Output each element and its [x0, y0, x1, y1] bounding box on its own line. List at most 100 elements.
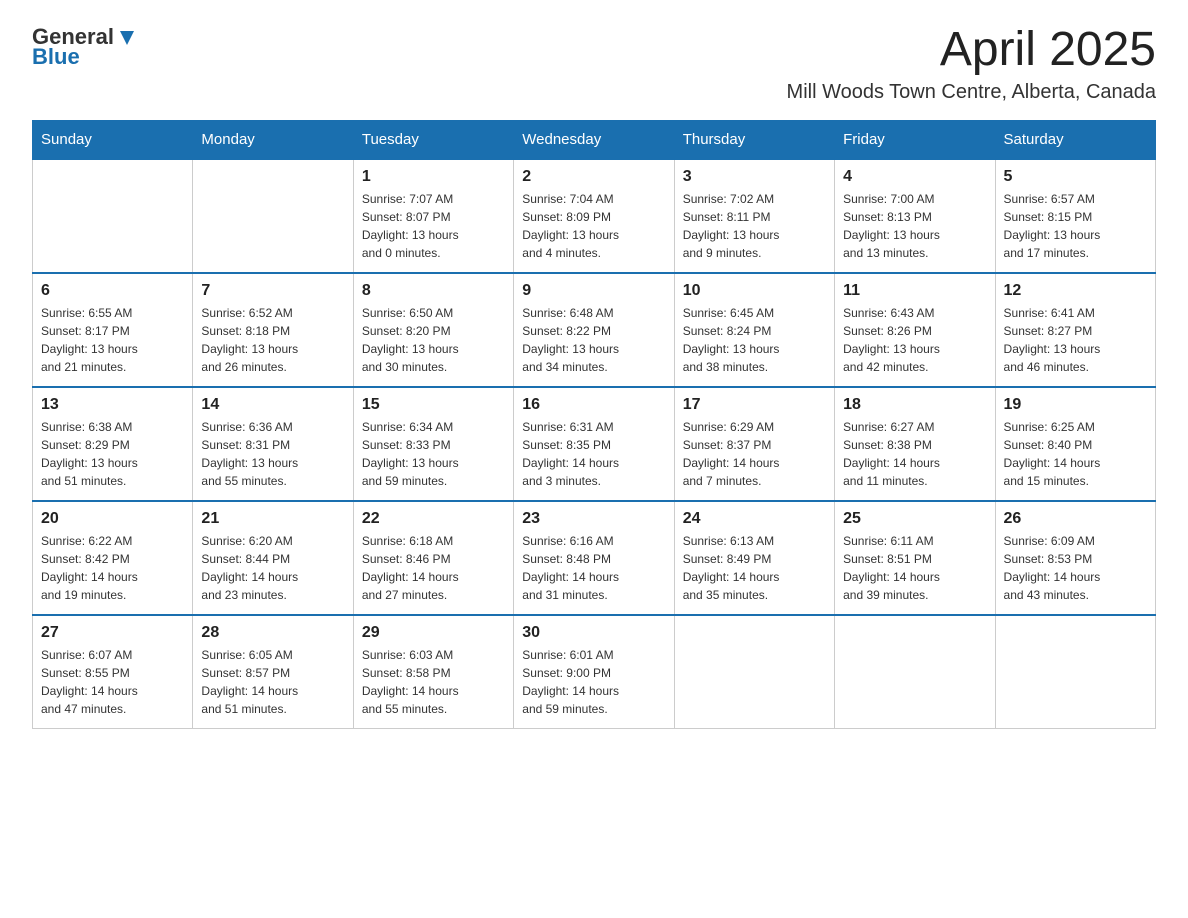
location-title: Mill Woods Town Centre, Alberta, Canada	[787, 81, 1156, 104]
day-number: 28	[201, 624, 344, 642]
calendar-cell: 6 Sunrise: 6:55 AM Sunset: 8:17 PM Daylig…	[33, 273, 193, 387]
day-number: 22	[362, 510, 505, 528]
day-info: Sunrise: 6:16 AM Sunset: 8:48 PM Dayligh…	[522, 532, 665, 604]
calendar-cell: 8Sunrise: 6:50 AM Sunset: 8:20 PM Daylig…	[353, 273, 513, 387]
day-info: Sunrise: 6:29 AM Sunset: 8:37 PM Dayligh…	[683, 418, 826, 490]
calendar-cell: 20 Sunrise: 6:22 AM Sunset: 8:42 PM Dayli…	[33, 501, 193, 615]
day-info: Sunrise: 6:22 AM Sunset: 8:42 PM Dayligh…	[41, 532, 184, 604]
day-number: 12	[1004, 282, 1147, 300]
calendar-cell: 5 Sunrise: 6:57 AM Sunset: 8:15 PM Daylig…	[995, 159, 1155, 273]
calendar-week-row: 20 Sunrise: 6:22 AM Sunset: 8:42 PM Dayli…	[33, 501, 1156, 615]
day-info: Sunrise: 6:25 AM Sunset: 8:40 PM Dayligh…	[1004, 418, 1147, 490]
day-number: 13	[41, 396, 184, 414]
calendar-cell: 11 Sunrise: 6:43 AM Sunset: 8:26 PM Dayli…	[835, 273, 995, 387]
day-number: 11	[843, 282, 986, 300]
day-number: 6	[41, 282, 184, 300]
weekday-header-wednesday: Wednesday	[514, 120, 674, 159]
day-number: 3	[683, 168, 826, 186]
calendar-cell	[33, 159, 193, 273]
logo-blue-text: Blue	[32, 44, 80, 70]
calendar-cell	[193, 159, 353, 273]
day-info: Sunrise: 6:45 AM Sunset: 8:24 PM Dayligh…	[683, 304, 826, 376]
day-number: 27	[41, 624, 184, 642]
calendar-cell: 1 Sunrise: 7:07 AM Sunset: 8:07 PM Daylig…	[353, 159, 513, 273]
calendar-cell: 4 Sunrise: 7:00 AM Sunset: 8:13 PM Daylig…	[835, 159, 995, 273]
calendar-cell: 21 Sunrise: 6:20 AM Sunset: 8:44 PM Dayli…	[193, 501, 353, 615]
calendar-cell: 12 Sunrise: 6:41 AM Sunset: 8:27 PM Dayli…	[995, 273, 1155, 387]
day-number: 10	[683, 282, 826, 300]
day-info: Sunrise: 6:07 AM Sunset: 8:55 PM Dayligh…	[41, 646, 184, 718]
calendar-cell: 16 Sunrise: 6:31 AM Sunset: 8:35 PM Dayli…	[514, 387, 674, 501]
calendar-cell: 10 Sunrise: 6:45 AM Sunset: 8:24 PM Dayli…	[674, 273, 834, 387]
day-info: Sunrise: 6:03 AM Sunset: 8:58 PM Dayligh…	[362, 646, 505, 718]
day-number: 19	[1004, 396, 1147, 414]
calendar-table: SundayMondayTuesdayWednesdayThursdayFrid…	[32, 120, 1156, 729]
day-info: Sunrise: 7:07 AM Sunset: 8:07 PM Dayligh…	[362, 190, 505, 262]
calendar-cell: 26 Sunrise: 6:09 AM Sunset: 8:53 PM Dayli…	[995, 501, 1155, 615]
day-number: 23	[522, 510, 665, 528]
day-info: Sunrise: 6:09 AM Sunset: 8:53 PM Dayligh…	[1004, 532, 1147, 604]
calendar-cell: 27 Sunrise: 6:07 AM Sunset: 8:55 PM Dayli…	[33, 615, 193, 729]
weekday-header-saturday: Saturday	[995, 120, 1155, 159]
calendar-cell: 3Sunrise: 7:02 AM Sunset: 8:11 PM Daylig…	[674, 159, 834, 273]
day-number: 7	[201, 282, 344, 300]
calendar-cell: 7 Sunrise: 6:52 AM Sunset: 8:18 PM Daylig…	[193, 273, 353, 387]
day-info: Sunrise: 6:31 AM Sunset: 8:35 PM Dayligh…	[522, 418, 665, 490]
calendar-week-row: 1 Sunrise: 7:07 AM Sunset: 8:07 PM Daylig…	[33, 159, 1156, 273]
day-number: 30	[522, 624, 665, 642]
day-number: 4	[843, 168, 986, 186]
calendar-cell	[674, 615, 834, 729]
day-info: Sunrise: 6:52 AM Sunset: 8:18 PM Dayligh…	[201, 304, 344, 376]
day-number: 24	[683, 510, 826, 528]
day-number: 2	[522, 168, 665, 186]
calendar-cell: 30 Sunrise: 6:01 AM Sunset: 9:00 PM Dayli…	[514, 615, 674, 729]
day-number: 16	[522, 396, 665, 414]
calendar-cell: 15Sunrise: 6:34 AM Sunset: 8:33 PM Dayli…	[353, 387, 513, 501]
day-number: 1	[362, 168, 505, 186]
weekday-header-friday: Friday	[835, 120, 995, 159]
weekday-header-thursday: Thursday	[674, 120, 834, 159]
calendar-cell: 17 Sunrise: 6:29 AM Sunset: 8:37 PM Dayli…	[674, 387, 834, 501]
calendar-cell: 2Sunrise: 7:04 AM Sunset: 8:09 PM Daylig…	[514, 159, 674, 273]
day-info: Sunrise: 6:01 AM Sunset: 9:00 PM Dayligh…	[522, 646, 665, 718]
calendar-cell: 14 Sunrise: 6:36 AM Sunset: 8:31 PM Dayli…	[193, 387, 353, 501]
day-info: Sunrise: 6:11 AM Sunset: 8:51 PM Dayligh…	[843, 532, 986, 604]
calendar-cell: 22 Sunrise: 6:18 AM Sunset: 8:46 PM Dayli…	[353, 501, 513, 615]
day-number: 14	[201, 396, 344, 414]
calendar-cell: 19 Sunrise: 6:25 AM Sunset: 8:40 PM Dayli…	[995, 387, 1155, 501]
day-info: Sunrise: 6:36 AM Sunset: 8:31 PM Dayligh…	[201, 418, 344, 490]
calendar-week-row: 6 Sunrise: 6:55 AM Sunset: 8:17 PM Daylig…	[33, 273, 1156, 387]
logo: General Blue	[32, 24, 138, 70]
weekday-header-row: SundayMondayTuesdayWednesdayThursdayFrid…	[33, 120, 1156, 159]
day-info: Sunrise: 7:00 AM Sunset: 8:13 PM Dayligh…	[843, 190, 986, 262]
day-info: Sunrise: 6:18 AM Sunset: 8:46 PM Dayligh…	[362, 532, 505, 604]
calendar-cell: 25 Sunrise: 6:11 AM Sunset: 8:51 PM Dayli…	[835, 501, 995, 615]
title-block: April 2025 Mill Woods Town Centre, Alber…	[787, 24, 1156, 104]
day-number: 17	[683, 396, 826, 414]
day-info: Sunrise: 6:20 AM Sunset: 8:44 PM Dayligh…	[201, 532, 344, 604]
day-number: 5	[1004, 168, 1147, 186]
logo-triangle-icon	[116, 27, 138, 49]
day-number: 26	[1004, 510, 1147, 528]
day-number: 18	[843, 396, 986, 414]
day-info: Sunrise: 6:57 AM Sunset: 8:15 PM Dayligh…	[1004, 190, 1147, 262]
weekday-header-monday: Monday	[193, 120, 353, 159]
day-info: Sunrise: 6:13 AM Sunset: 8:49 PM Dayligh…	[683, 532, 826, 604]
calendar-cell	[835, 615, 995, 729]
calendar-cell: 23 Sunrise: 6:16 AM Sunset: 8:48 PM Dayli…	[514, 501, 674, 615]
day-number: 21	[201, 510, 344, 528]
calendar-cell: 28Sunrise: 6:05 AM Sunset: 8:57 PM Dayli…	[193, 615, 353, 729]
day-info: Sunrise: 6:43 AM Sunset: 8:26 PM Dayligh…	[843, 304, 986, 376]
calendar-cell: 13 Sunrise: 6:38 AM Sunset: 8:29 PM Dayli…	[33, 387, 193, 501]
calendar-body: 1 Sunrise: 7:07 AM Sunset: 8:07 PM Daylig…	[33, 159, 1156, 729]
day-info: Sunrise: 6:27 AM Sunset: 8:38 PM Dayligh…	[843, 418, 986, 490]
page-header: General Blue April 2025 Mill Woods Town …	[32, 24, 1156, 104]
day-number: 25	[843, 510, 986, 528]
calendar-cell: 18 Sunrise: 6:27 AM Sunset: 8:38 PM Dayli…	[835, 387, 995, 501]
day-number: 15	[362, 396, 505, 414]
day-info: Sunrise: 6:41 AM Sunset: 8:27 PM Dayligh…	[1004, 304, 1147, 376]
day-number: 20	[41, 510, 184, 528]
day-info: Sunrise: 6:48 AM Sunset: 8:22 PM Dayligh…	[522, 304, 665, 376]
day-info: Sunrise: 6:55 AM Sunset: 8:17 PM Dayligh…	[41, 304, 184, 376]
day-info: Sunrise: 6:38 AM Sunset: 8:29 PM Dayligh…	[41, 418, 184, 490]
